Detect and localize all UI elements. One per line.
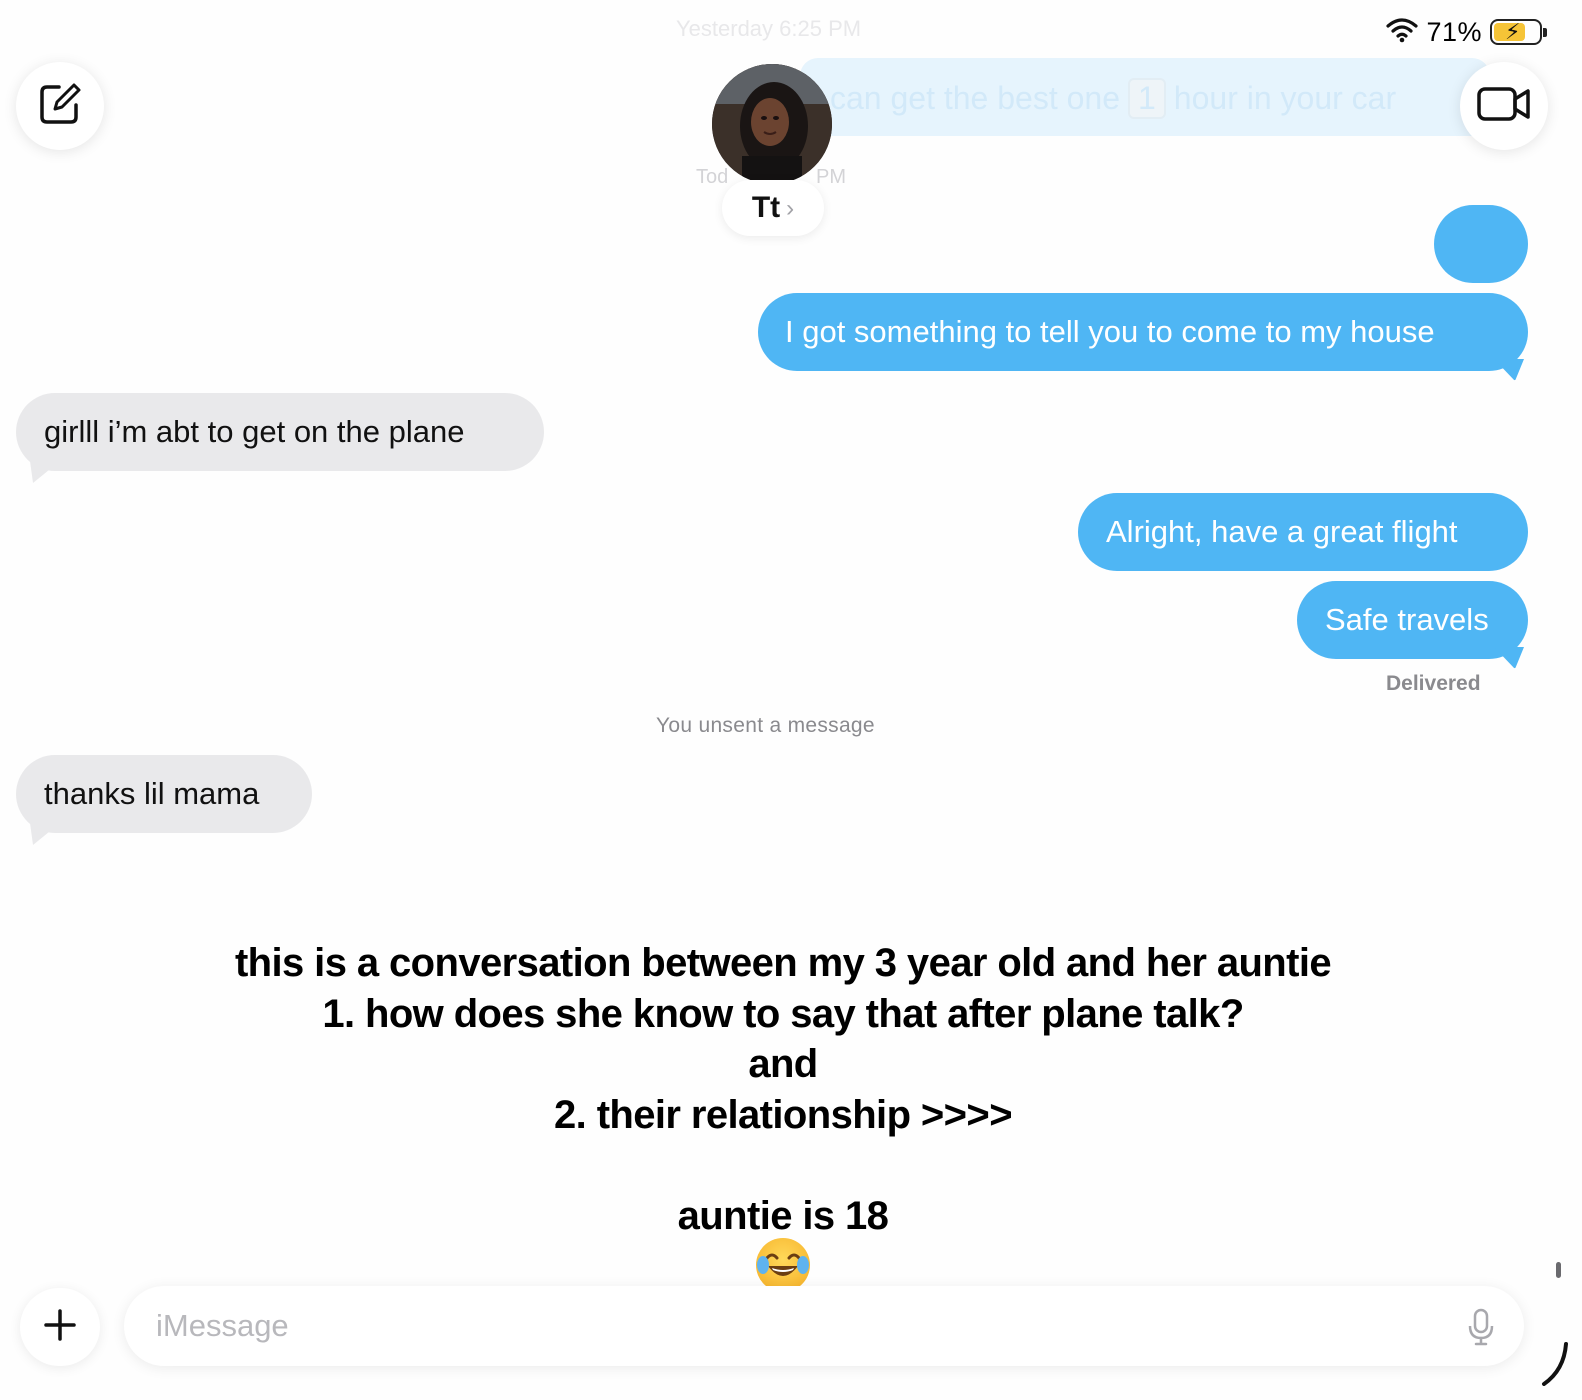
pencil-stroke-mark — [1540, 1340, 1570, 1391]
faded-message-text-a: can get the best one — [830, 80, 1120, 116]
message-text: thanks lil mama — [44, 776, 260, 811]
faded-keycap: 1 — [1128, 78, 1166, 119]
message-text: I got something to tell you to come to m… — [785, 314, 1435, 349]
scroll-indicator[interactable] — [1556, 1262, 1561, 1278]
caption-line: 1. how does she know to say that after p… — [322, 991, 1244, 1036]
battery-percentage: 71% — [1426, 16, 1482, 47]
caption-line: this is a conversation between my 3 year… — [234, 941, 1332, 985]
faded-message-text-b: hour in your car — [1173, 80, 1397, 116]
caption-line — [0, 1140, 1566, 1191]
caption-line: and — [748, 1042, 818, 1086]
messages-screen: Yesterday 6:25 PM can get the best one 1 h… — [0, 0, 1582, 1400]
battery-charging-icon: ⚡ — [1490, 19, 1547, 45]
faded-timestamp: Yesterday 6:25 PM — [676, 16, 862, 41]
faded-timestamp-left: Tod — [696, 166, 729, 188]
video-camera-icon — [1476, 84, 1532, 129]
add-attachment-button[interactable] — [20, 1288, 100, 1366]
facetime-button[interactable] — [1460, 62, 1548, 150]
compose-button[interactable] — [16, 62, 104, 150]
unsent-notice: You unsent a message — [656, 714, 875, 737]
contact-avatar[interactable] — [712, 64, 832, 184]
delivered-status: Delivered — [1386, 672, 1481, 695]
message-bubble-incoming[interactable]: thanks lil mama — [16, 755, 312, 845]
caption-line: 2. their relationship >>>> — [554, 1092, 1013, 1137]
contact-name-button[interactable]: Tt › — [722, 180, 824, 236]
message-bubble-outgoing[interactable]: I got something to tell you to come to m… — [758, 293, 1528, 381]
chevron-right-icon: › — [786, 195, 795, 222]
status-bar: 71% ⚡ — [1386, 14, 1547, 50]
wifi-icon — [1386, 17, 1419, 48]
faded-timestamp-right: PM — [816, 166, 846, 188]
overlay-caption: this is a conversation between my 3 year… — [0, 938, 1566, 1241]
message-text: Safe travels — [1325, 602, 1489, 637]
message-input-container — [124, 1286, 1524, 1366]
message-bubble-outgoing[interactable]: Safe travels — [1297, 581, 1528, 669]
message-bubble-outgoing[interactable]: Alright, have a great flight — [1078, 493, 1528, 571]
message-bubble-partial[interactable] — [1434, 205, 1528, 283]
message-text: Alright, have a great flight — [1106, 514, 1458, 549]
message-input[interactable] — [156, 1308, 1436, 1344]
faded-message-bubble: can get the best one 1 hour in your car — [800, 58, 1490, 136]
caption-line: auntie is 18 — [677, 1193, 889, 1238]
message-bubble-incoming[interactable]: girlll i’m abt to get on the plane — [16, 393, 544, 483]
microphone-icon[interactable] — [1468, 1308, 1494, 1351]
plus-icon — [43, 1308, 77, 1347]
compose-icon — [37, 81, 83, 132]
face-with-tears-of-joy-emoji — [756, 1238, 810, 1292]
contact-name: Tt — [751, 191, 781, 224]
message-text: girlll i’m abt to get on the plane — [44, 414, 465, 449]
